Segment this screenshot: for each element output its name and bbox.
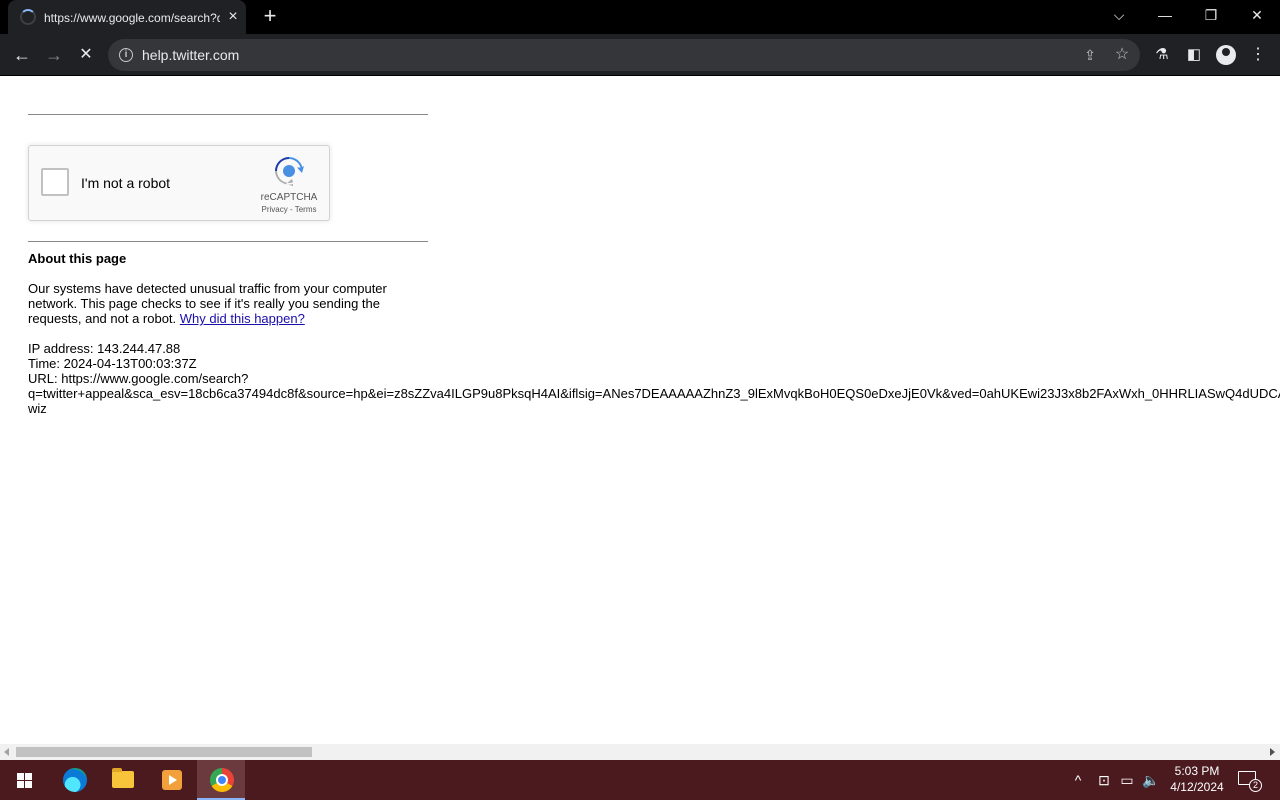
page-content: I'm not a robot reCAPTCHA Privacy - Term… — [0, 77, 1280, 744]
url-tail: wiz — [28, 401, 47, 416]
taskbar-edge[interactable] — [50, 760, 98, 800]
share-icon[interactable]: ⇪ — [1080, 45, 1100, 65]
why-did-this-happen-link[interactable]: Why did this happen? — [180, 311, 305, 326]
divider — [28, 114, 428, 115]
notification-center-button[interactable]: 2 — [1236, 768, 1262, 792]
about-paragraph: Our systems have detected unusual traffi… — [28, 281, 408, 326]
stop-loading-button[interactable]: ✕ — [72, 41, 100, 69]
tab-search-button[interactable]: ⌵ — [1096, 0, 1142, 30]
volume-icon[interactable]: 🔈 — [1141, 770, 1161, 790]
windows-logo-icon — [17, 781, 24, 788]
restore-button[interactable]: ❐ — [1188, 0, 1234, 30]
clock-time: 5:03 PM — [1174, 764, 1220, 778]
address-bar[interactable]: i help.twitter.com ⇪ ☆ — [108, 39, 1140, 71]
browser-tab[interactable]: https://www.google.com/search?q=twitter+… — [8, 0, 246, 34]
horizontal-scrollbar[interactable] — [0, 744, 1280, 760]
clock-date: 4/12/2024 — [1170, 780, 1224, 794]
chrome-icon — [210, 768, 234, 792]
notification-count-badge: 2 — [1249, 779, 1262, 792]
network-icon[interactable]: ▭ — [1117, 770, 1137, 790]
ip-address: IP address: 143.244.47.88 — [28, 341, 181, 356]
tab-close-icon[interactable]: × — [224, 8, 242, 26]
system-clock[interactable]: 5:03 PM 4/12/2024 — [1164, 763, 1230, 795]
recaptcha-brand: reCAPTCHA — [260, 192, 318, 203]
recaptcha-widget: I'm not a robot reCAPTCHA Privacy - Term… — [28, 145, 330, 221]
recaptcha-logo-icon — [275, 157, 304, 186]
taskbar-chrome[interactable] — [197, 760, 245, 800]
tab-title: https://www.google.com/search?q=twitter+… — [44, 11, 220, 25]
timestamp: Time: 2024-04-13T00:03:37Z — [28, 356, 197, 371]
extensions-icon[interactable]: ⚗ — [1148, 41, 1176, 69]
scrollbar-thumb[interactable] — [16, 747, 312, 757]
profile-avatar-icon[interactable] — [1212, 41, 1240, 69]
recaptcha-privacy-terms-links[interactable]: Privacy - Terms — [251, 205, 327, 215]
windows-logo-icon — [25, 781, 32, 788]
minimize-button[interactable]: — — [1142, 0, 1188, 30]
url-query: q=twitter+appeal&sca_esv=18cb6ca37494dc8… — [28, 386, 1280, 401]
back-button[interactable]: ← — [8, 41, 36, 69]
recaptcha-checkbox[interactable] — [41, 168, 69, 196]
media-player-icon — [162, 770, 182, 790]
folder-icon — [112, 768, 134, 788]
divider — [28, 241, 428, 242]
show-hidden-icons-chevron-icon[interactable]: ^ — [1068, 770, 1088, 790]
forward-button[interactable]: → — [40, 41, 68, 69]
url-text[interactable]: help.twitter.com — [142, 47, 239, 63]
loading-spinner-icon — [20, 9, 36, 25]
close-window-button[interactable]: ✕ — [1234, 0, 1280, 30]
browser-menu-icon[interactable]: ⋮ — [1244, 41, 1272, 69]
browser-toolbar: ← → ✕ i help.twitter.com ⇪ ☆ ⚗ ◧ ⋮ — [0, 34, 1280, 76]
windows-logo-icon — [17, 773, 24, 780]
edge-icon — [63, 768, 87, 792]
meet-now-icon[interactable]: ⊡ — [1094, 770, 1114, 790]
side-panel-icon[interactable]: ◧ — [1180, 41, 1208, 69]
taskbar-file-explorer[interactable] — [99, 760, 147, 800]
bookmark-star-icon[interactable]: ☆ — [1112, 45, 1132, 65]
taskbar-media-player[interactable] — [148, 760, 196, 800]
scroll-left-arrow-icon[interactable] — [4, 748, 9, 756]
taskbar: ^ ⊡ ▭ 🔈 5:03 PM 4/12/2024 2 — [0, 760, 1280, 800]
site-info-icon[interactable]: i — [119, 48, 133, 62]
new-tab-button[interactable]: + — [258, 5, 282, 29]
start-button[interactable] — [0, 760, 48, 800]
url-label: URL: https://www.google.com/search? — [28, 371, 249, 386]
browser-tab-strip: https://www.google.com/search?q=twitter+… — [0, 0, 1280, 34]
windows-logo-icon — [25, 773, 32, 780]
recaptcha-label: I'm not a robot — [81, 175, 171, 191]
about-title: About this page — [28, 251, 127, 266]
scroll-right-arrow-icon[interactable] — [1270, 748, 1275, 756]
